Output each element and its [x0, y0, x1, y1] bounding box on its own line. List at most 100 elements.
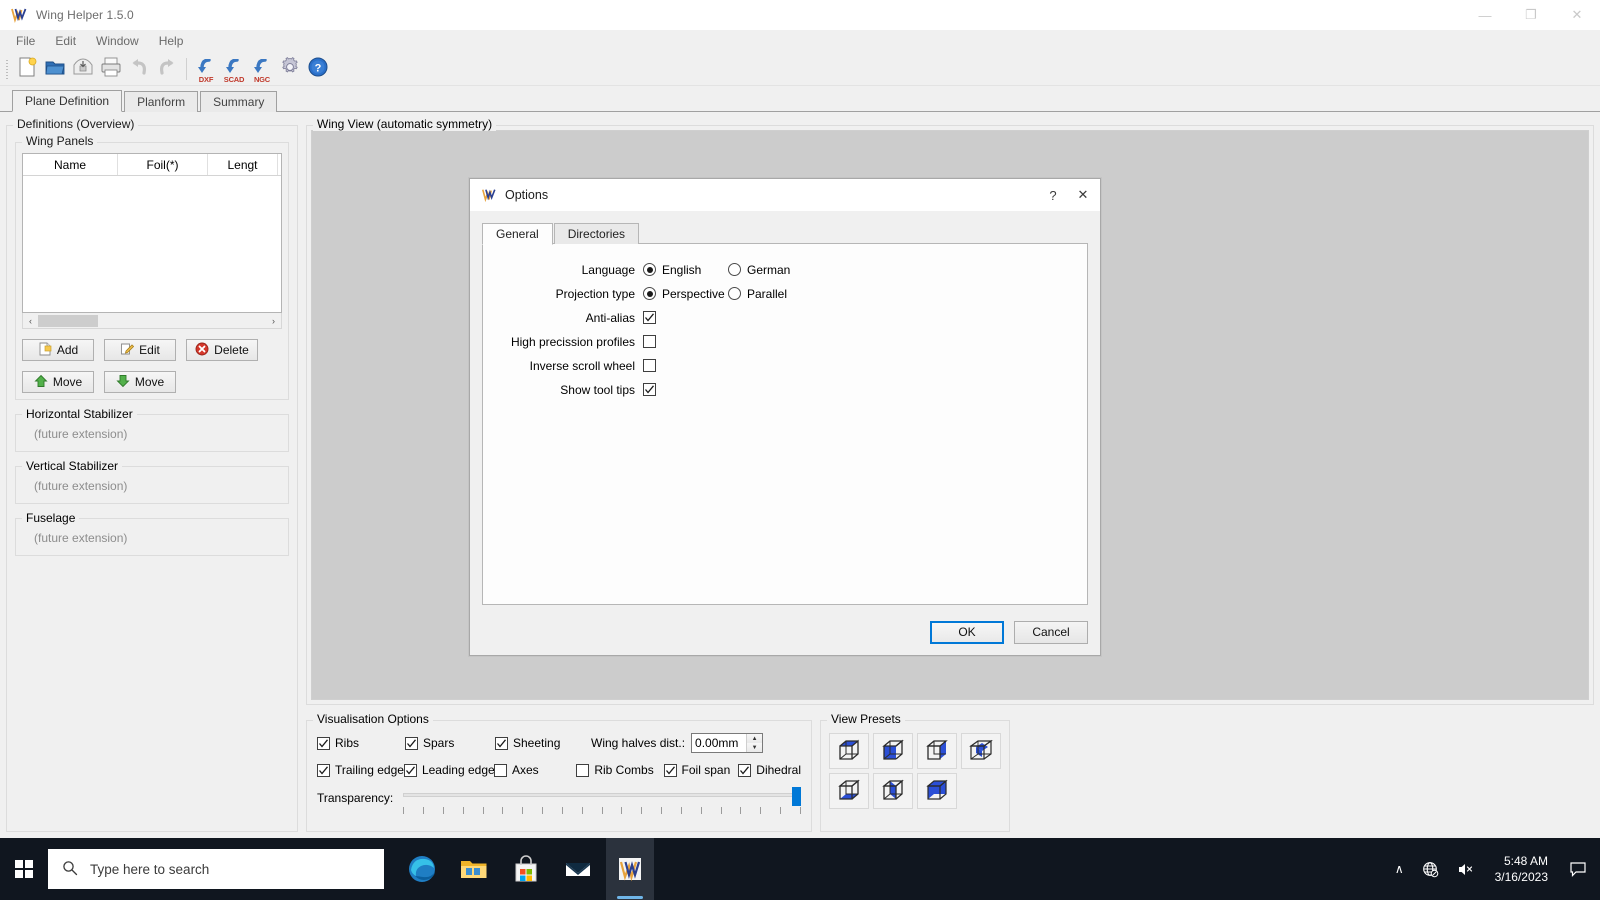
search-input[interactable]: Type here to search	[48, 849, 384, 889]
checkbox-trailing-edge-box[interactable]	[317, 763, 330, 777]
tab-summary[interactable]: Summary	[200, 91, 278, 112]
visualisation-options-title: Visualisation Options	[313, 712, 433, 726]
scroll-left-arrow-icon[interactable]: ‹	[23, 314, 38, 328]
tab-directories[interactable]: Directories	[553, 223, 640, 244]
help-question-icon[interactable]: ?	[1038, 179, 1068, 211]
wing-panels-table[interactable]: Name Foil(*) Lengt	[22, 153, 282, 313]
radio-language-german[interactable]: German	[728, 263, 790, 277]
checkbox-high-precission-profiles[interactable]	[643, 335, 656, 348]
move-down-button[interactable]: Move	[104, 371, 176, 393]
undo-button[interactable]	[125, 55, 153, 83]
checkbox-anti-alias[interactable]	[643, 311, 656, 324]
add-button[interactable]: Add	[22, 339, 94, 361]
menu-edit[interactable]: Edit	[45, 32, 86, 50]
column-header-foil[interactable]: Foil(*)	[118, 154, 208, 175]
checkbox-ribs[interactable]: Ribs	[317, 736, 405, 750]
stepper-down-icon[interactable]: ▼	[747, 743, 763, 752]
menu-help[interactable]: Help	[149, 32, 194, 50]
taskbar-wing-helper[interactable]	[606, 838, 654, 900]
view-preset-back[interactable]	[917, 773, 957, 809]
new-file-button[interactable]	[13, 55, 41, 83]
checkbox-dihedral-box[interactable]	[738, 763, 752, 777]
checkbox-axes[interactable]: Axes	[493, 763, 576, 777]
wing-halves-distance-input[interactable]: 0.00mm ▲ ▼	[691, 733, 764, 753]
checkbox-rib-combs-box[interactable]	[576, 763, 590, 777]
view-preset-bottom[interactable]	[829, 773, 869, 809]
print-button[interactable]	[97, 55, 125, 83]
view-preset-left[interactable]	[873, 773, 913, 809]
radio-language-english[interactable]: English	[643, 263, 728, 277]
scroll-right-arrow-icon[interactable]: ›	[266, 314, 281, 328]
transparency-slider-track[interactable]	[403, 793, 801, 797]
export-scad-button[interactable]: SCAD	[220, 55, 248, 84]
options-button[interactable]	[276, 55, 304, 83]
wing-panels-horizontal-scrollbar[interactable]: ‹ ›	[22, 313, 282, 329]
taskbar-clock[interactable]: 5:48 AM 3/16/2023	[1483, 838, 1560, 900]
radio-projection-perspective[interactable]: Perspective	[643, 287, 728, 301]
checkbox-sheeting-box[interactable]	[495, 736, 508, 750]
help-button[interactable]: ?	[304, 55, 332, 83]
volume-muted-icon[interactable]	[1448, 838, 1483, 900]
column-header-length[interactable]: Lengt	[208, 154, 278, 175]
view-preset-isometric-small[interactable]	[961, 733, 1001, 769]
maximize-button[interactable]: ❐	[1508, 0, 1554, 30]
menu-window[interactable]: Window	[86, 32, 149, 50]
move-up-button[interactable]: Move	[22, 371, 94, 393]
radio-projection-parallel-button[interactable]	[728, 287, 741, 300]
radio-language-german-button[interactable]	[728, 263, 741, 276]
checkbox-axes-box[interactable]	[493, 763, 507, 777]
radio-projection-parallel[interactable]: Parallel	[728, 287, 787, 301]
radio-projection-perspective-button[interactable]	[643, 287, 656, 300]
view-preset-front-left[interactable]	[873, 733, 913, 769]
checkbox-dihedral[interactable]: Dihedral	[738, 763, 801, 777]
checkbox-inverse-scroll-wheel[interactable]	[643, 359, 656, 372]
checkbox-rib-combs[interactable]: Rib Combs	[576, 763, 663, 777]
action-center-icon[interactable]	[1560, 838, 1596, 900]
stepper-up-icon[interactable]: ▲	[747, 734, 763, 743]
close-icon[interactable]: ✕	[1068, 179, 1098, 211]
windows-start-icon[interactable]	[0, 838, 48, 900]
tab-plane-definition[interactable]: Plane Definition	[12, 90, 123, 112]
ok-button[interactable]: OK	[930, 620, 1004, 644]
wing-panels-title: Wing Panels	[22, 134, 98, 148]
export-ngc-button[interactable]: NGC	[248, 55, 276, 84]
menu-file[interactable]: File	[6, 32, 45, 50]
checkbox-leading-edge[interactable]: Leading edge	[403, 763, 495, 777]
tab-planform[interactable]: Planform	[124, 91, 199, 112]
cancel-button[interactable]: Cancel	[1014, 620, 1088, 644]
export-dxf-button[interactable]: DXF	[192, 55, 220, 84]
checkbox-spars-box[interactable]	[405, 736, 418, 750]
delete-button[interactable]: Delete	[186, 339, 258, 361]
redo-button[interactable]	[153, 55, 181, 83]
scrollbar-track[interactable]	[38, 313, 266, 328]
checkbox-foil-span-box[interactable]	[663, 763, 677, 777]
transparency-slider-thumb[interactable]	[792, 787, 801, 806]
wing-halves-stepper[interactable]: ▲ ▼	[746, 734, 763, 752]
checkbox-sheeting[interactable]: Sheeting	[495, 736, 581, 750]
toolbar-grip[interactable]	[4, 57, 10, 80]
taskbar-mail[interactable]	[554, 838, 602, 900]
checkbox-leading-edge-box[interactable]	[403, 763, 417, 777]
taskbar-microsoft-store[interactable]	[502, 838, 550, 900]
radio-language-english-button[interactable]	[643, 263, 656, 276]
transparency-slider[interactable]	[403, 787, 801, 821]
tab-general[interactable]: General	[482, 223, 553, 245]
view-preset-top[interactable]	[829, 733, 869, 769]
checkbox-show-tool-tips[interactable]	[643, 383, 656, 396]
open-file-button[interactable]	[41, 55, 69, 83]
save-file-button[interactable]	[69, 55, 97, 83]
close-button[interactable]: ✕	[1554, 0, 1600, 30]
checkbox-trailing-edge[interactable]: Trailing edge	[317, 763, 404, 777]
taskbar-file-explorer[interactable]	[450, 838, 498, 900]
tray-chevron-up-icon[interactable]: ∧	[1386, 838, 1413, 900]
taskbar-edge[interactable]	[398, 838, 446, 900]
checkbox-foil-span[interactable]: Foil span	[663, 763, 739, 777]
edit-button[interactable]: Edit	[104, 339, 176, 361]
view-preset-right[interactable]	[917, 733, 957, 769]
column-header-name[interactable]: Name	[23, 154, 118, 175]
network-globe-icon[interactable]	[1413, 838, 1448, 900]
checkbox-spars[interactable]: Spars	[405, 736, 495, 750]
scrollbar-thumb[interactable]	[38, 314, 98, 327]
checkbox-ribs-box[interactable]	[317, 736, 330, 750]
minimize-button[interactable]: —	[1462, 0, 1508, 30]
